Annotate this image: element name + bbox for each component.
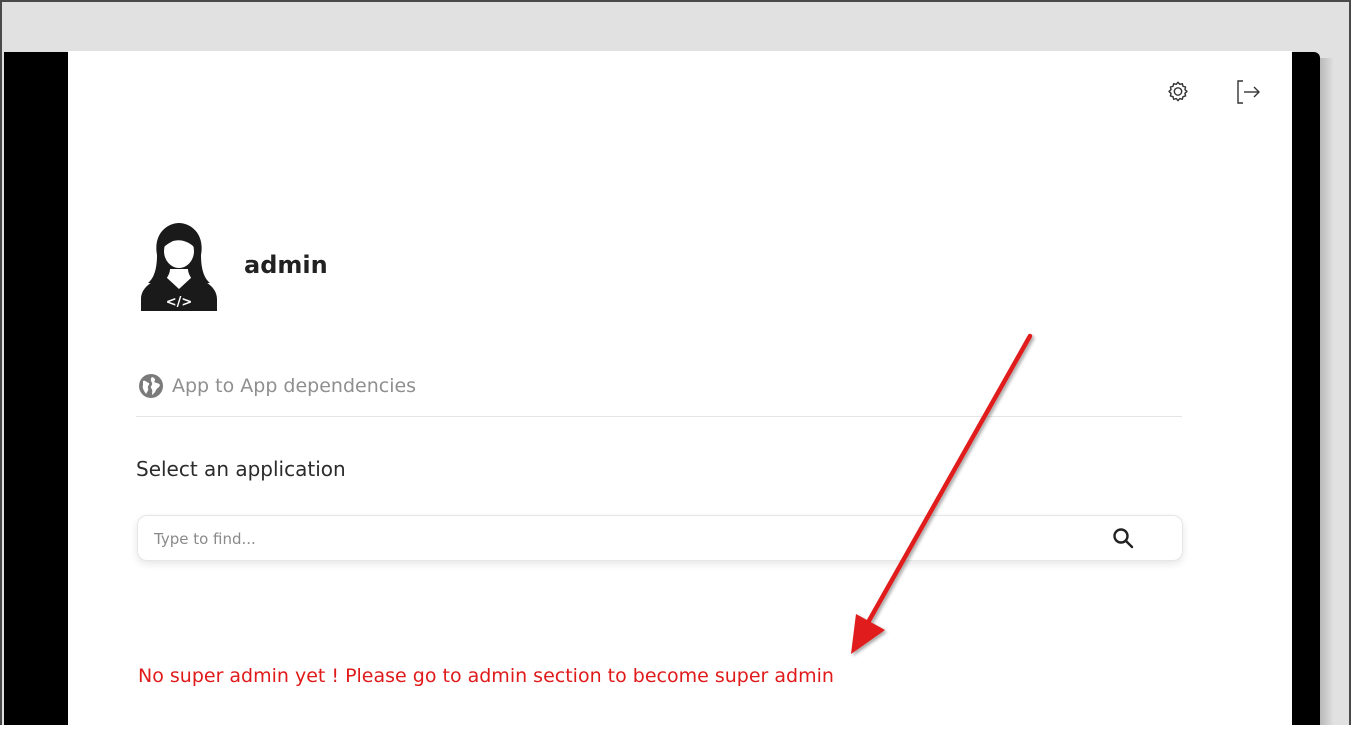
svg-text:</>: </> xyxy=(166,295,193,310)
username: admin xyxy=(244,251,328,279)
developer-avatar-icon: </> xyxy=(141,223,217,311)
app-dependencies-label: App to App dependencies xyxy=(172,375,417,397)
main-panel: </> admin App to App dependencies Select… xyxy=(68,51,1292,731)
window-shadow xyxy=(1320,58,1334,725)
logout-button[interactable] xyxy=(1233,77,1263,107)
application-search-input[interactable] xyxy=(152,516,1076,562)
application-search-box xyxy=(137,515,1183,562)
section-divider xyxy=(136,416,1182,417)
settings-button[interactable] xyxy=(1163,77,1193,107)
gear-icon xyxy=(1168,81,1188,102)
search-icon[interactable] xyxy=(1112,527,1134,549)
globe-icon xyxy=(139,374,163,398)
app-dependencies-link[interactable]: App to App dependencies xyxy=(138,373,416,399)
logout-icon xyxy=(1237,80,1260,104)
select-application-label: Select an application xyxy=(136,457,346,481)
no-super-admin-warning: No super admin yet ! Please go to admin … xyxy=(138,665,834,687)
user-profile: </> admin xyxy=(140,219,328,311)
